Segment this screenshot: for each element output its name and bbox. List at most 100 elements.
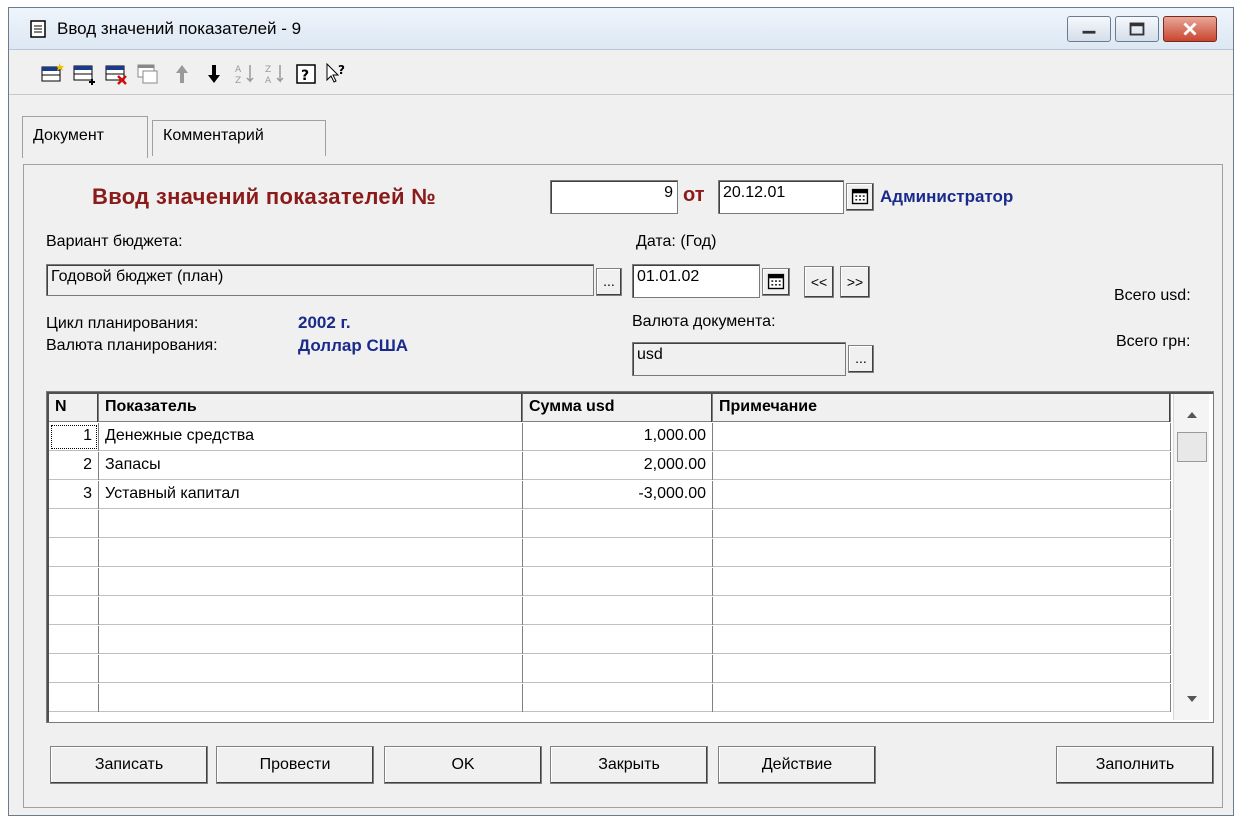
- budget-variant-field[interactable]: Годовой бюджет (план): [46, 264, 594, 296]
- table-row[interactable]: 3 Уставный капитал -3,000.00: [49, 481, 1171, 509]
- prev-period-button[interactable]: <<: [804, 266, 834, 298]
- close-button[interactable]: Закрыть: [550, 746, 708, 784]
- sort-asc-button[interactable]: AZ: [233, 61, 259, 87]
- table-cell-n[interactable]: [49, 539, 99, 567]
- table-cell-indicator[interactable]: [99, 684, 523, 712]
- table-cell-sum[interactable]: [523, 568, 713, 596]
- table-cell-note[interactable]: [713, 423, 1171, 451]
- table-cell-sum[interactable]: [523, 539, 713, 567]
- table-cell-indicator[interactable]: [99, 539, 523, 567]
- column-header-note[interactable]: Примечание: [713, 394, 1171, 422]
- table-cell-indicator[interactable]: [99, 568, 523, 596]
- table-cell-indicator[interactable]: Денежные средства: [99, 423, 523, 451]
- post-button[interactable]: Провести: [216, 746, 374, 784]
- document-date-calendar-button[interactable]: [846, 183, 874, 211]
- context-help-button[interactable]: ?: [323, 61, 349, 87]
- table-cell-note[interactable]: [713, 568, 1171, 596]
- column-header-n[interactable]: N: [49, 394, 99, 422]
- title-bar[interactable]: Ввод значений показателей - 9: [9, 8, 1233, 50]
- move-down-button[interactable]: [201, 61, 227, 87]
- table-cell-sum[interactable]: [523, 510, 713, 538]
- scrollbar-thumb[interactable]: [1177, 432, 1207, 462]
- plan-currency-value: Доллар США: [298, 336, 409, 355]
- doc-currency-select-button[interactable]: ...: [848, 345, 874, 373]
- table-cell-sum[interactable]: 1,000.00: [523, 423, 713, 451]
- new-row-button[interactable]: [39, 61, 65, 87]
- doc-currency-field[interactable]: usd: [632, 342, 846, 376]
- table-cell-n[interactable]: 3: [49, 481, 99, 509]
- table-row[interactable]: [49, 568, 1171, 596]
- doc-currency-label: Валюта документа:: [632, 313, 776, 330]
- calendar-icon: [851, 188, 869, 205]
- table-cell-indicator[interactable]: [99, 626, 523, 654]
- table-row[interactable]: [49, 655, 1171, 683]
- table-row[interactable]: [49, 539, 1171, 567]
- tab-document[interactable]: Документ: [22, 116, 148, 158]
- table-cell-n[interactable]: [49, 655, 99, 683]
- sort-desc-button[interactable]: ZA: [263, 61, 289, 87]
- document-number-field[interactable]: 9: [550, 180, 678, 214]
- budget-variant-select-button[interactable]: ...: [596, 268, 622, 296]
- table-cell-note[interactable]: [713, 655, 1171, 683]
- delete-row-button[interactable]: [103, 61, 129, 87]
- context-help-icon: ?: [326, 62, 345, 83]
- copy-row-button[interactable]: [135, 61, 161, 87]
- table-cell-note[interactable]: [713, 684, 1171, 712]
- table-cell-n[interactable]: 2: [49, 452, 99, 480]
- action-button[interactable]: Действие: [718, 746, 876, 784]
- calendar-icon: [767, 273, 785, 290]
- vertical-scrollbar[interactable]: [1173, 394, 1209, 720]
- table-cell-note[interactable]: [713, 452, 1171, 480]
- save-button[interactable]: Записать: [50, 746, 208, 784]
- table-row[interactable]: 1 Денежные средства 1,000.00: [49, 423, 1171, 451]
- table-row[interactable]: [49, 626, 1171, 654]
- table-cell-sum[interactable]: [523, 655, 713, 683]
- minimize-icon: [1082, 30, 1096, 34]
- table-cell-indicator[interactable]: [99, 597, 523, 625]
- table-cell-n[interactable]: [49, 510, 99, 538]
- table-row[interactable]: 2 Запасы 2,000.00: [49, 452, 1171, 480]
- table-cell-sum[interactable]: [523, 597, 713, 625]
- table-row[interactable]: [49, 684, 1171, 712]
- table-cell-note[interactable]: [713, 539, 1171, 567]
- tab-comment[interactable]: Комментарий: [152, 120, 326, 156]
- svg-text:?: ?: [301, 68, 309, 84]
- column-header-indicator[interactable]: Показатель: [99, 394, 523, 422]
- table-cell-note[interactable]: [713, 626, 1171, 654]
- table-cell-note[interactable]: [713, 597, 1171, 625]
- close-window-button[interactable]: [1163, 16, 1217, 42]
- table-cell-indicator[interactable]: Запасы: [99, 452, 523, 480]
- table-cell-note[interactable]: [713, 510, 1171, 538]
- table-cell-n[interactable]: 1: [49, 423, 99, 451]
- date-field[interactable]: 01.01.02: [632, 264, 760, 298]
- table-cell-sum[interactable]: 2,000.00: [523, 452, 713, 480]
- table-cell-indicator[interactable]: Уставный капитал: [99, 481, 523, 509]
- add-row-button[interactable]: [71, 61, 97, 87]
- minimize-button[interactable]: [1067, 16, 1111, 42]
- table-cell-n[interactable]: [49, 568, 99, 596]
- help-button[interactable]: ?: [293, 61, 319, 87]
- table-cell-n[interactable]: [49, 597, 99, 625]
- table-cell-note[interactable]: [713, 481, 1171, 509]
- table-cell-sum[interactable]: [523, 684, 713, 712]
- ok-button[interactable]: OK: [384, 746, 542, 784]
- add-row-icon: [73, 65, 95, 85]
- table-row[interactable]: [49, 597, 1171, 625]
- column-header-sum[interactable]: Сумма usd: [523, 394, 713, 422]
- svg-text:A: A: [265, 76, 272, 86]
- indicators-table[interactable]: N Показатель Сумма usd Примечание 1 Денеж…: [46, 391, 1214, 723]
- table-cell-indicator[interactable]: [99, 655, 523, 683]
- total-usd-label: Всего usd:: [1114, 287, 1191, 304]
- table-cell-sum[interactable]: [523, 626, 713, 654]
- maximize-button[interactable]: [1115, 16, 1159, 42]
- table-cell-n[interactable]: [49, 626, 99, 654]
- next-period-button[interactable]: >>: [840, 266, 870, 298]
- table-cell-indicator[interactable]: [99, 510, 523, 538]
- move-up-button[interactable]: [169, 61, 195, 87]
- table-row[interactable]: [49, 510, 1171, 538]
- table-cell-n[interactable]: [49, 684, 99, 712]
- table-cell-sum[interactable]: -3,000.00: [523, 481, 713, 509]
- fill-button[interactable]: Заполнить: [1056, 746, 1214, 784]
- date-calendar-button[interactable]: [762, 268, 790, 296]
- document-date-field[interactable]: 20.12.01: [718, 180, 844, 214]
